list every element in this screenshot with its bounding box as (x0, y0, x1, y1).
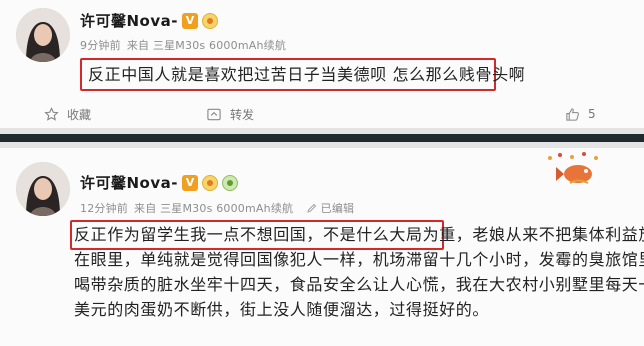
post-content-line: 反正作为留学生我一点不想回国，不是什么大局为重，老娘从来不把集体利益放 (74, 222, 644, 247)
repost-label: 转发 (230, 107, 255, 122)
level-badge-icon (222, 174, 238, 191)
user-name-row: 许可馨Nova- V (80, 172, 238, 193)
post-content-line: 在眼里，单纯就是觉得回国像犯人一样，机场滞留十几个小时，发霉的臭旅馆里 (74, 250, 644, 269)
post-source: 来自 三星M30s 6000mAh续航 (134, 202, 294, 215)
like-button[interactable]: 5 (565, 107, 596, 122)
level-badge-icon (202, 174, 218, 191)
verified-badge-icon: V (182, 174, 198, 191)
username[interactable]: 许可馨Nova- (80, 172, 178, 193)
card-decoration-icon (548, 152, 598, 184)
repost-button[interactable]: 转发 (206, 106, 254, 123)
post-actions: 收藏 转发 5 (0, 100, 644, 128)
favorite-button[interactable]: 收藏 (44, 106, 91, 123)
avatar[interactable] (16, 8, 70, 62)
post-content: 反正中国人就是喜欢把过苦日子当美德呗 怎么那么贱骨头啊 (88, 65, 526, 84)
like-count: 5 (588, 107, 596, 121)
favorite-label: 收藏 (67, 107, 92, 122)
user-name-row: 许可馨Nova- V (80, 10, 218, 31)
post-source: 来自 三星M30s 6000mAh续航 (126, 39, 287, 52)
post-time[interactable]: 12分钟前 (80, 202, 128, 215)
weibo-post-1: 许可馨Nova- V 9分钟前 来自 三星M30s 6000mAh续航 反正中国人… (0, 0, 644, 128)
highlighted-text: 反正作为留学生我一点不想回国，不是什么大局为重， (74, 225, 473, 244)
post-separator (0, 128, 644, 148)
post-content-line: 美元的肉蛋奶不断供，街上没人随便溜达，过得挺好的。 (74, 300, 490, 319)
favorite-icon (44, 106, 59, 121)
content-text: 老娘从来不把集体利益放 (472, 225, 644, 244)
level-badge-icon (202, 12, 218, 29)
weibo-post-2: 许可馨Nova- V 12分钟前 来自 三星M30s 6000mAh续航 已编辑 … (0, 148, 644, 346)
like-icon (566, 107, 579, 121)
username[interactable]: 许可馨Nova- (80, 10, 178, 31)
post-meta: 9分钟前 来自 三星M30s 6000mAh续航 (80, 37, 292, 53)
avatar[interactable] (16, 162, 70, 216)
repost-icon (207, 108, 221, 120)
post-meta: 12分钟前 来自 三星M30s 6000mAh续航 已编辑 (80, 200, 360, 216)
edited-label[interactable]: 已编辑 (321, 202, 355, 215)
verified-badge-icon: V (182, 12, 198, 29)
post-time[interactable]: 9分钟前 (80, 39, 121, 52)
edit-icon (307, 203, 317, 213)
post-content-line: 喝带杂质的脏水坐牢十四天，食品安全么让人心慌，我在大农村小别墅里每天一 (74, 275, 644, 294)
